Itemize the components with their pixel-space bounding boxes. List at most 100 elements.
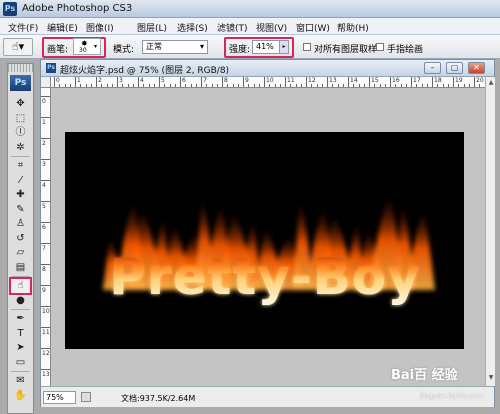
dodge-tool-icon[interactable]: ● — [11, 294, 30, 308]
ruler-minor-tick — [90, 84, 92, 87]
ruler-tick — [327, 77, 328, 87]
ruler-minor-tick — [342, 84, 344, 87]
brush-tool-icon[interactable]: ✎ — [11, 203, 30, 217]
ruler-number: 8 — [42, 266, 46, 273]
ruler-minor-tick — [190, 84, 192, 87]
notes-tool-icon[interactable]: ✉ — [11, 374, 30, 388]
toolbox-divider — [11, 371, 30, 372]
ruler-tick — [41, 159, 50, 160]
ruler-minor-tick — [64, 84, 66, 87]
zoom-field[interactable]: 75% — [43, 391, 76, 404]
document-canvas[interactable]: Pretty-Boy — [65, 132, 464, 349]
ruler-number: 2 — [42, 140, 46, 147]
ruler-minor-tick — [311, 84, 313, 87]
ruler-number: 9 — [245, 77, 249, 84]
ruler-minor-tick — [463, 84, 465, 87]
clone-stamp-tool-icon[interactable]: ♙ — [11, 217, 30, 231]
hand-tool-icon[interactable]: ✋ — [11, 389, 30, 403]
menu-select[interactable]: 选择(S) — [177, 21, 208, 34]
ruler-minor-tick — [384, 84, 386, 87]
menu-bar: 文件(F) 编辑(E) 图像(I) 图层(L) 选择(S) 滤镜(T) 视图(V… — [0, 18, 500, 35]
status-info-icon[interactable] — [81, 392, 91, 402]
ruler-minor-tick — [153, 84, 155, 87]
finger-painting-checkbox[interactable] — [376, 43, 384, 51]
ruler-minor-tick — [195, 84, 197, 87]
ruler-number: 4 — [42, 182, 46, 189]
strength-input[interactable]: 41% ▸ — [252, 40, 289, 54]
menu-help[interactable]: 帮助(H) — [337, 21, 369, 34]
ruler-minor-tick — [358, 84, 360, 87]
ruler-minor-tick — [295, 84, 297, 87]
ruler-minor-tick — [353, 84, 355, 87]
crop-tool-icon[interactable]: ⌗ — [11, 159, 30, 173]
ruler-minor-tick — [169, 84, 171, 87]
marquee-tool-icon[interactable]: ⬚ — [11, 112, 30, 126]
finger-painting-label: 手指绘画 — [387, 45, 424, 55]
ruler-tick — [264, 77, 265, 87]
ruler-number: 13 — [42, 371, 50, 378]
mode-select[interactable]: 正常 ▾ — [142, 40, 208, 54]
mode-label: 模式: — [113, 45, 135, 55]
brush-picker[interactable]: ✸ 30 ▾ — [73, 38, 101, 55]
menu-window[interactable]: 窗口(W) — [296, 21, 330, 34]
ruler-number: 11 — [287, 77, 295, 84]
ruler-tick — [306, 77, 307, 87]
document-title-bar[interactable]: Ps 超炫火焰字.psd @ 75% (图层 2, RGB/8) – ▢ ✕ — [41, 60, 494, 77]
ruler-minor-tick — [395, 84, 397, 87]
ruler-minor-tick — [400, 84, 402, 87]
move-tool-icon[interactable]: ✥ — [11, 97, 30, 111]
scroll-down-icon[interactable]: ▼ — [487, 374, 495, 382]
eraser-tool-icon[interactable]: ▱ — [11, 246, 30, 260]
ruler-minor-tick — [274, 84, 276, 87]
sample-all-layers-checkbox[interactable] — [303, 43, 311, 51]
menu-file[interactable]: 文件(F) — [8, 21, 38, 34]
ruler-minor-tick — [122, 84, 124, 87]
lasso-tool-icon[interactable]: ⓛ — [11, 126, 30, 140]
tool-options-bar: ☝▾ 画笔: ✸ 30 ▾ 模式: 正常 ▾ 强度: 41% ▸ 对所有图层取样… — [0, 35, 500, 59]
path-selection-tool-icon[interactable]: ➤ — [11, 341, 30, 355]
eyedropper-tool-icon[interactable]: ⁄ — [11, 174, 30, 188]
ruler-tick — [243, 77, 244, 87]
ruler-minor-tick — [374, 84, 376, 87]
ruler-number: 3 — [42, 161, 46, 168]
toolbox-grip[interactable] — [8, 64, 33, 72]
smudge-tool-icon[interactable]: ☝ — [9, 277, 32, 295]
ruler-number: 1 — [77, 77, 81, 84]
document-icon: Ps — [46, 63, 56, 73]
menu-filter[interactable]: 滤镜(T) — [217, 21, 248, 34]
menu-layer[interactable]: 图层(L) — [137, 21, 167, 34]
menu-image[interactable]: 图像(I) — [86, 21, 114, 34]
ruler-tick — [75, 77, 76, 87]
ruler-minor-tick — [237, 84, 239, 87]
minimize-button[interactable]: – — [424, 62, 441, 74]
ruler-minor-tick — [337, 84, 339, 87]
ruler-tick — [159, 77, 160, 87]
ruler-minor-tick — [185, 84, 187, 87]
ruler-tick — [41, 327, 50, 328]
horizontal-ruler[interactable]: 0 1 2 3 4 5 6 7 8 9 10 11 12 13 14 15 16 17 18 19 20 — [51, 77, 485, 88]
photoshop-app-icon: Ps — [3, 2, 17, 16]
menu-view[interactable]: 视图(V) — [256, 21, 287, 34]
menu-edit[interactable]: 编辑(E) — [47, 21, 78, 34]
history-brush-tool-icon[interactable]: ↺ — [11, 232, 30, 246]
ruler-number: 13 — [329, 77, 337, 84]
shape-tool-icon[interactable]: ▭ — [11, 356, 30, 370]
vertical-scrollbar[interactable]: ▲ ▼ — [485, 77, 495, 386]
close-button[interactable]: ✕ — [468, 62, 485, 74]
scroll-up-icon[interactable]: ▲ — [487, 79, 495, 87]
maximize-button[interactable]: ▢ — [446, 62, 463, 74]
type-tool-icon[interactable]: T — [11, 327, 30, 341]
ruler-tick — [348, 77, 349, 87]
gradient-tool-icon[interactable]: ▤ — [11, 261, 30, 275]
healing-brush-tool-icon[interactable]: ✚ — [11, 188, 30, 202]
vertical-ruler[interactable]: 0 1 2 3 4 5 6 7 8 9 10 11 12 13 — [41, 88, 51, 386]
magic-wand-tool-icon[interactable]: ✲ — [11, 141, 30, 155]
tool-preset-picker[interactable]: ☝▾ — [3, 38, 33, 56]
ruler-minor-tick — [363, 84, 365, 87]
chevron-right-icon[interactable]: ▸ — [279, 41, 288, 53]
toolbox-divider — [11, 276, 30, 277]
ruler-origin[interactable] — [41, 77, 51, 88]
pen-tool-icon[interactable]: ✒ — [11, 312, 30, 326]
ruler-minor-tick — [416, 84, 418, 87]
ruler-tick — [41, 264, 50, 265]
